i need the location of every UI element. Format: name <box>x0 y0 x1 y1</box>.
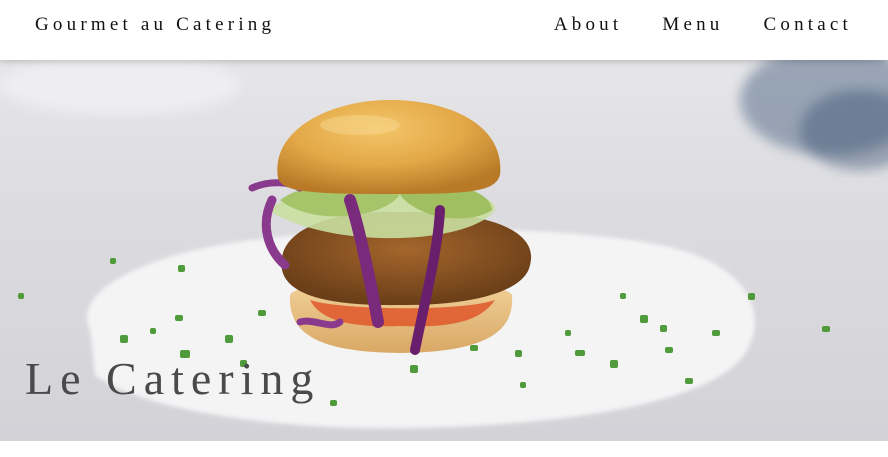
site-header: Gourmet au Catering About Menu Contact <box>0 0 888 60</box>
hero-banner: Le Catering <box>0 60 888 441</box>
brand-logo-text[interactable]: Gourmet au Catering <box>35 14 275 36</box>
main-nav: About Menu Contact <box>554 14 852 36</box>
nav-link-about[interactable]: About <box>554 14 623 36</box>
nav-link-contact[interactable]: Contact <box>764 14 853 36</box>
hero-title: Le Catering <box>25 353 321 404</box>
nav-link-menu[interactable]: Menu <box>662 14 723 36</box>
